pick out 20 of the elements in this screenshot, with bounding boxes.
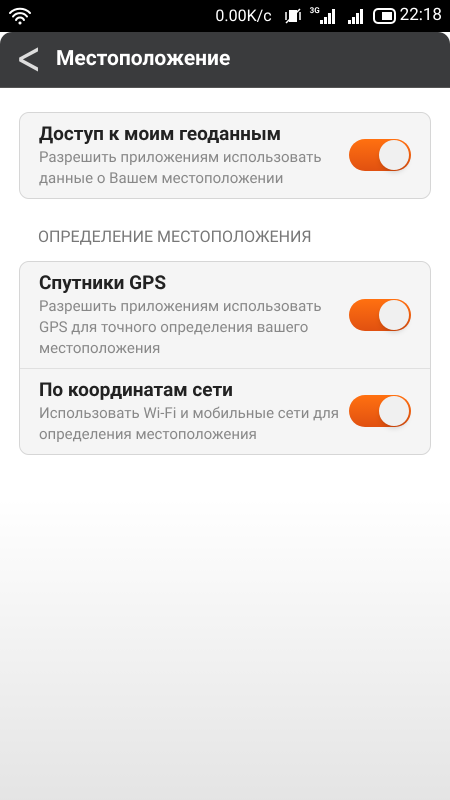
vibrate-muted-icon: [284, 7, 302, 25]
setting-description: Разрешить приложениям использовать данные о Вашем местоположении: [39, 147, 322, 189]
signal-icon: [320, 8, 336, 24]
network-speed: 0.00K/с: [215, 5, 272, 27]
setting-title: Спутники GPS: [39, 270, 168, 296]
setting-description: Использовать Wi-Fi и мобильные сети для определения местоположения: [39, 403, 340, 445]
back-button[interactable]: <: [16, 37, 40, 82]
network-type: 3G: [310, 5, 320, 17]
setting-description: Разрешить приложениям использовать GPS для точного определения вашего местоположения: [39, 296, 322, 359]
toggle-switch[interactable]: [349, 395, 411, 427]
toggle-switch[interactable]: [349, 139, 411, 171]
setting-title: Доступ к моим геоданным: [39, 121, 282, 147]
battery-icon: [372, 8, 396, 24]
clock: 22:18: [400, 4, 442, 28]
screen-title: Местоположение: [56, 46, 230, 73]
toggle-switch[interactable]: [349, 298, 411, 330]
signal-icon: [348, 8, 364, 24]
wifi-icon: [8, 7, 32, 25]
section-heading: ОПРЕДЕЛЕНИЕ МЕСТОПОЛОЖЕНИЯ: [37, 226, 313, 248]
setting-title: По координатам сети: [39, 377, 234, 403]
